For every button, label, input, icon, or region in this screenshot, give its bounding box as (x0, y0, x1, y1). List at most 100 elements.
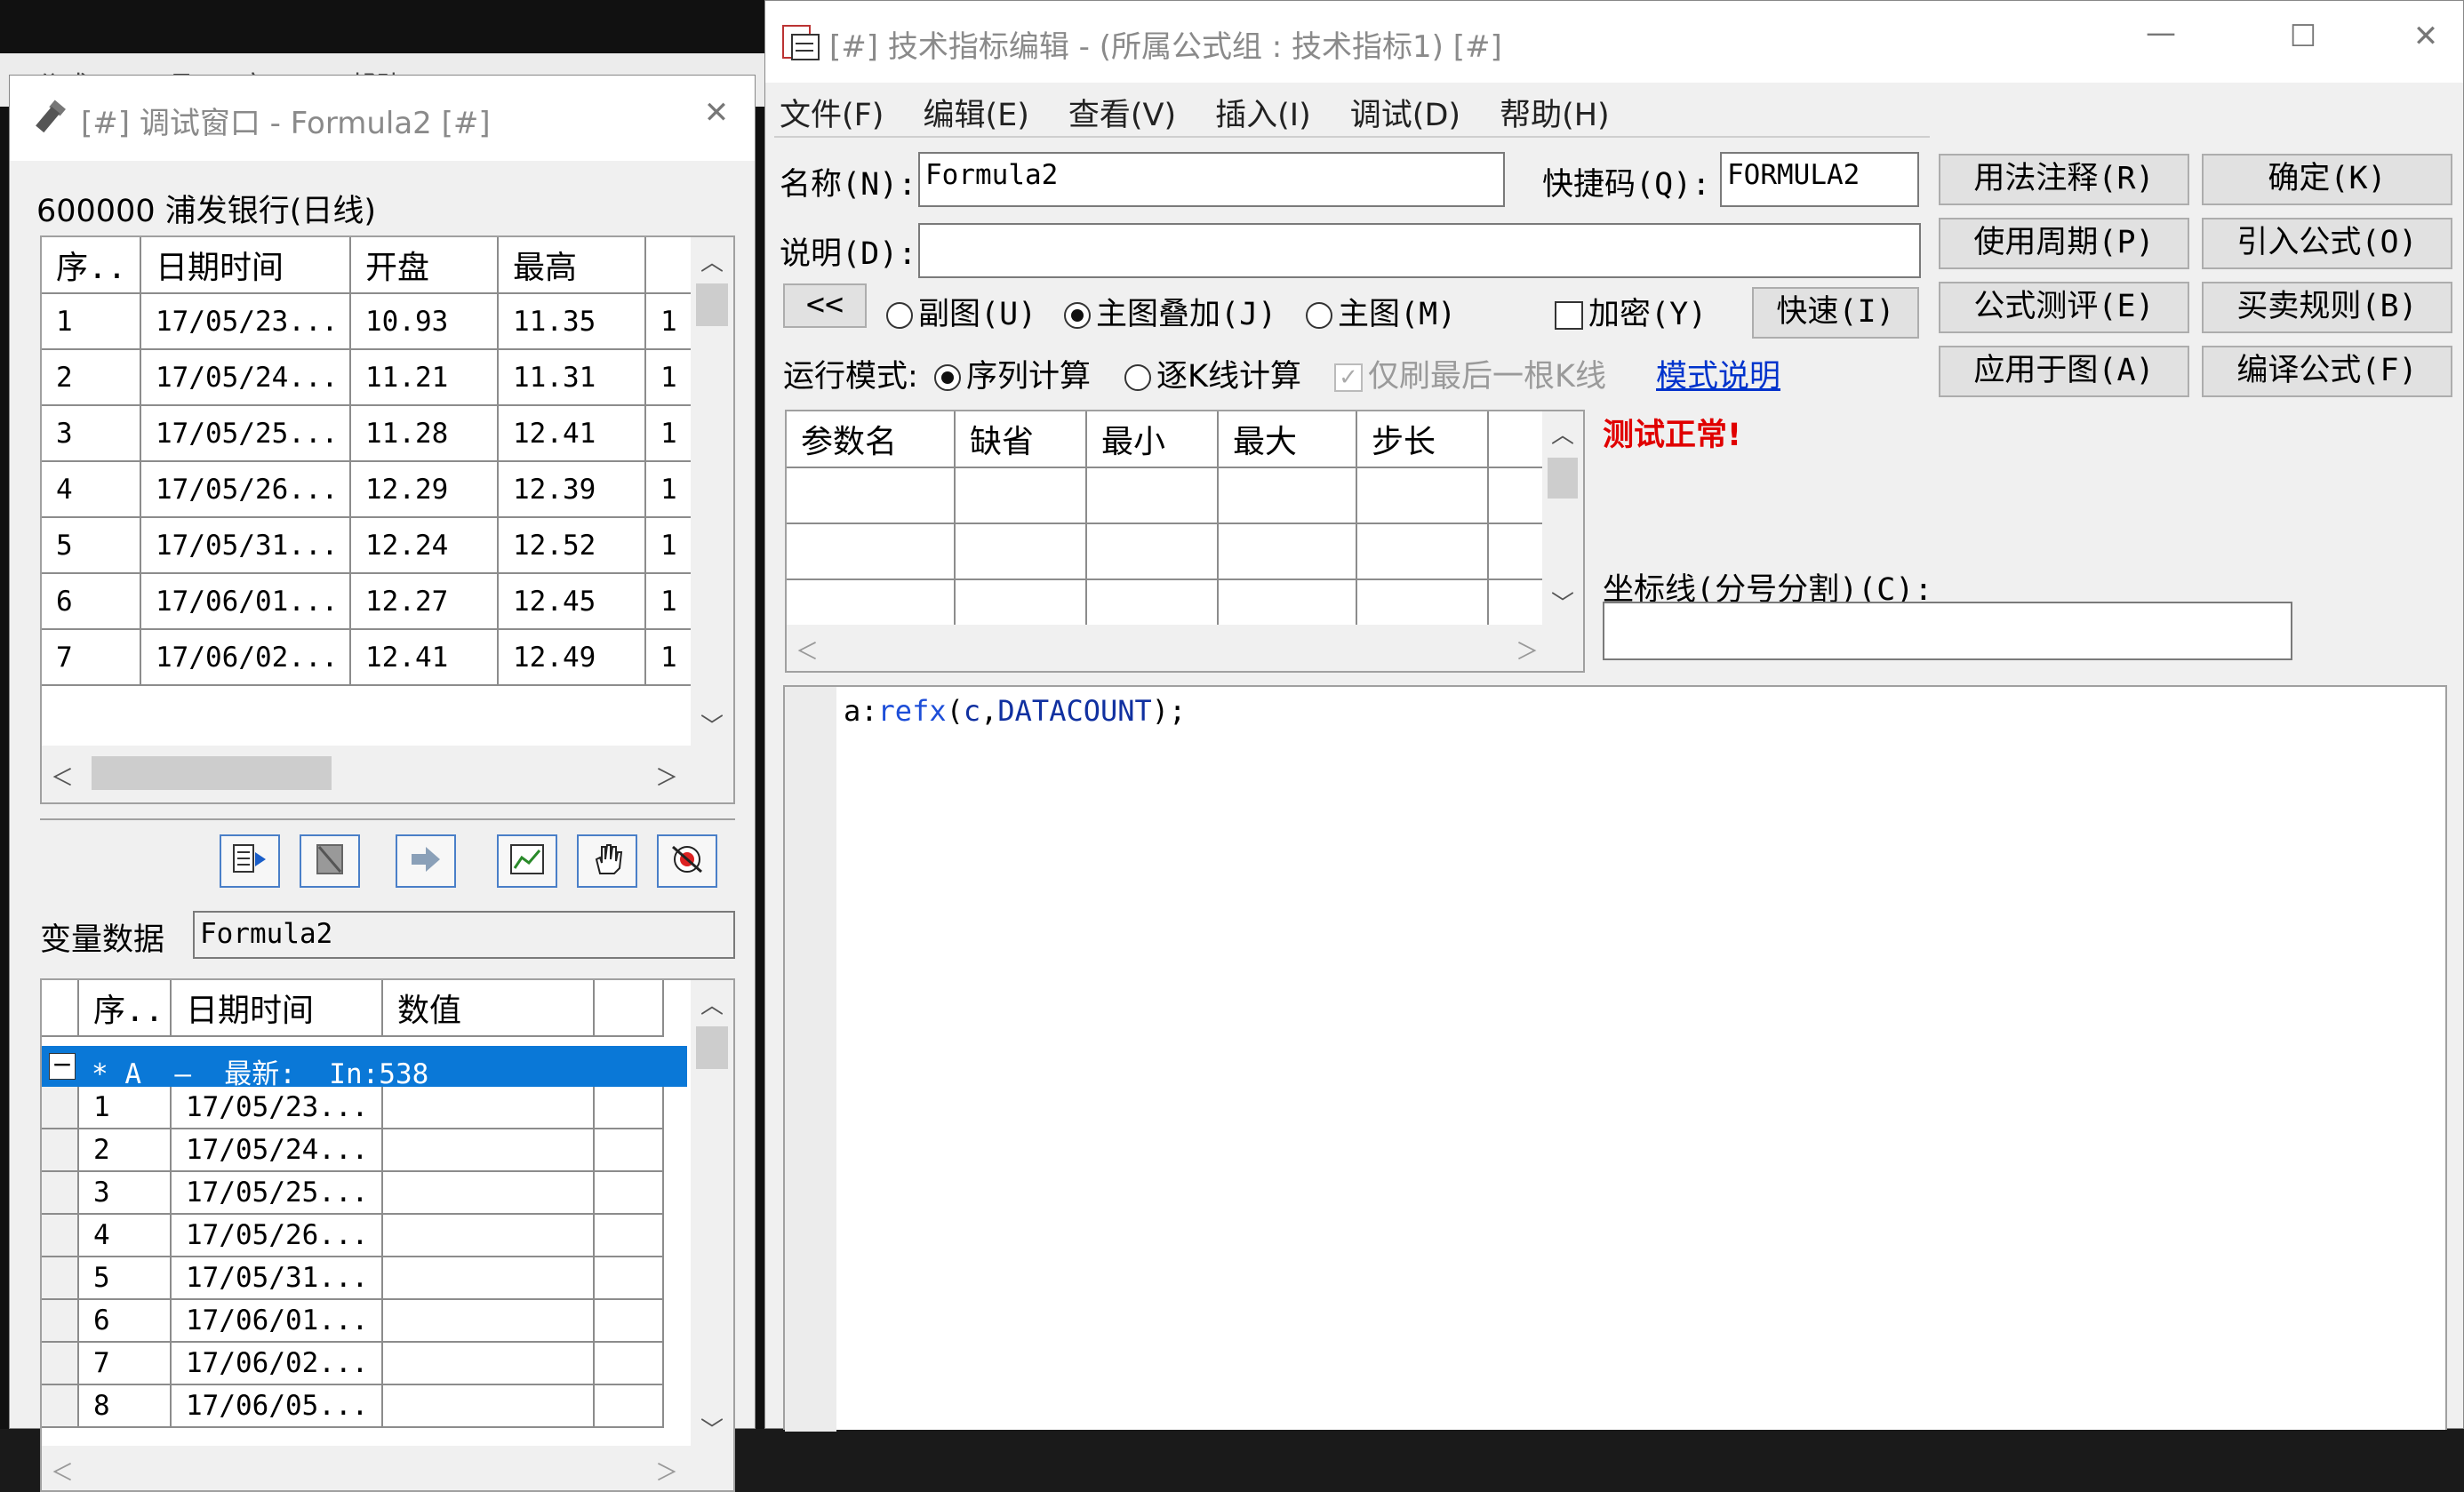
scroll-left-icon[interactable]: ＜ (796, 634, 819, 666)
code-line-1[interactable]: a:refx(c,DATACOUNT); (844, 694, 1186, 728)
import-formula-button[interactable]: 引入公式(O) (2202, 218, 2452, 269)
chart-button[interactable] (497, 834, 557, 888)
list-item[interactable]: 1 17/05/23... (42, 1087, 664, 1129)
list-item[interactable]: 2 17/05/24... (42, 1129, 664, 1172)
param-col-default[interactable]: 缺省 (955, 411, 1087, 468)
radio-kline-calc[interactable]: 逐K线计算 (1124, 351, 1301, 396)
last-bar-checkbox[interactable]: ✓ 仅刷最后一根K线 (1334, 351, 1606, 396)
scroll-up-icon[interactable]: ︿ (1542, 417, 1583, 450)
clear-breakpoints-button[interactable] (657, 834, 717, 888)
menu-debug[interactable]: 调试(D) (1350, 90, 1460, 135)
radio-series-calc[interactable]: 序列计算 (934, 351, 1091, 396)
menu-insert[interactable]: 插入(I) (1215, 90, 1311, 135)
scroll-thumb[interactable] (696, 1026, 728, 1069)
param-col-max[interactable]: 最大 (1218, 411, 1357, 468)
maximize-icon[interactable]: ☐ (2276, 19, 2330, 54)
table-row[interactable]: 2 17/05/24... 11.21 11.31 1 (42, 349, 698, 406)
shortcut-input[interactable]: FORMULA2 (1720, 152, 1919, 207)
mode-help-link[interactable]: 模式说明 (1656, 351, 1780, 396)
scroll-right-icon[interactable]: ＞ (655, 1455, 678, 1488)
param-col-name[interactable]: 参数名 (787, 411, 956, 468)
price-vscroll[interactable]: ︿ ﹀ (691, 237, 733, 746)
compile-formula-button[interactable]: 编译公式(F) (2202, 346, 2452, 397)
col-header-index[interactable]: 序.. (42, 237, 141, 294)
step-into-button[interactable] (220, 834, 280, 888)
scroll-left-icon[interactable]: ＜ (51, 1455, 74, 1488)
list-item[interactable]: 4 17/05/26... (42, 1214, 664, 1257)
col-header-high[interactable]: 最高 (498, 237, 646, 294)
usage-notes-button[interactable]: 用法注释(R) (1939, 154, 2189, 205)
param-row[interactable] (787, 523, 1549, 580)
table-row[interactable]: 6 17/06/01... 12.27 12.45 1 (42, 573, 698, 630)
scroll-thumb[interactable] (696, 283, 728, 326)
ok-button[interactable]: 确定(K) (2202, 154, 2452, 205)
list-item[interactable]: 5 17/05/31... (42, 1257, 664, 1300)
radio-main-overlay-icon[interactable] (1064, 302, 1091, 329)
debug-close-icon[interactable]: ✕ (694, 95, 739, 131)
encrypt-check-icon[interactable] (1555, 301, 1583, 330)
var-col-header-more[interactable] (594, 980, 664, 1037)
last-bar-check-icon[interactable]: ✓ (1334, 363, 1363, 392)
scroll-down-icon[interactable]: ﹀ (1542, 586, 1583, 618)
hscroll-thumb[interactable] (92, 756, 332, 790)
price-hscroll[interactable]: ＜ ＞ (42, 746, 733, 802)
col-header-datetime[interactable]: 日期时间 (140, 237, 351, 294)
menu-file[interactable]: 文件(F) (780, 90, 884, 135)
radio-main-overlay[interactable]: 主图叠加(J) (1064, 289, 1276, 334)
scroll-right-icon[interactable]: ＞ (1516, 634, 1539, 666)
list-item[interactable]: 7 17/06/02... (42, 1342, 664, 1385)
list-item[interactable]: 8 17/06/05... (42, 1384, 664, 1428)
scroll-thumb[interactable] (1548, 458, 1578, 499)
radio-sub-chart[interactable]: 副图(U) (886, 289, 1036, 334)
scroll-up-icon[interactable]: ︿ (691, 244, 733, 277)
formula-evaluate-button[interactable]: 公式测评(E) (1939, 282, 2189, 333)
scroll-up-icon[interactable]: ︿ (691, 987, 733, 1020)
hand-button[interactable] (577, 834, 637, 888)
scroll-left-icon[interactable]: ＜ (51, 760, 74, 793)
var-col-header-tree[interactable] (42, 980, 79, 1037)
trade-rules-button[interactable]: 买卖规则(B) (2202, 282, 2452, 333)
radio-sub-chart-icon[interactable] (886, 302, 913, 329)
list-item[interactable]: 6 17/06/01... (42, 1299, 664, 1343)
description-input[interactable] (918, 223, 1921, 278)
name-input[interactable]: Formula2 (918, 152, 1505, 207)
menu-view[interactable]: 查看(V) (1068, 90, 1176, 135)
param-col-min[interactable]: 最小 (1086, 411, 1219, 468)
param-vscroll[interactable]: ︿ ﹀ (1542, 411, 1583, 625)
coord-lines-input[interactable] (1603, 602, 2292, 660)
var-col-header-datetime[interactable]: 日期时间 (171, 980, 383, 1037)
var-vscroll[interactable]: ︿ ﹀ (691, 980, 733, 1446)
quick-button[interactable]: 快速(I) (1752, 287, 1919, 339)
param-hscroll[interactable]: ＜ ＞ (787, 625, 1583, 671)
radio-main-chart-icon[interactable] (1306, 302, 1332, 329)
menu-edit[interactable]: 编辑(E) (923, 90, 1028, 135)
var-col-header-index[interactable]: 序.. (78, 980, 172, 1037)
radio-main-chart[interactable]: 主图(M) (1306, 289, 1456, 334)
col-header-open[interactable]: 开盘 (350, 237, 499, 294)
radio-series-calc-icon[interactable] (934, 364, 961, 391)
apply-to-chart-button[interactable]: 应用于图(A) (1939, 346, 2189, 397)
encrypt-checkbox[interactable]: 加密(Y) (1555, 289, 1707, 334)
var-col-header-value[interactable]: 数值 (382, 980, 595, 1037)
stop-debug-button[interactable] (300, 834, 360, 888)
list-item[interactable]: 3 17/05/25... (42, 1171, 664, 1215)
close-icon[interactable]: ✕ (2399, 19, 2452, 54)
table-row[interactable]: 3 17/05/25... 11.28 12.41 1 (42, 405, 698, 462)
menu-help[interactable]: 帮助(H) (1500, 90, 1610, 135)
table-row[interactable]: 1 17/05/23... 10.93 11.35 1 (42, 293, 698, 350)
run-to-button[interactable] (396, 834, 456, 888)
table-row[interactable]: 7 17/06/02... 12.41 12.49 1 (42, 629, 698, 686)
var-hscroll[interactable]: ＜ ＞ (42, 1446, 733, 1490)
code-editor[interactable]: a:refx(c,DATACOUNT); (783, 685, 2447, 1432)
scroll-down-icon[interactable]: ﹀ (691, 708, 733, 741)
col-header-more[interactable] (645, 237, 698, 294)
collapse-button[interactable]: << (783, 283, 867, 328)
usage-period-button[interactable]: 使用周期(P) (1939, 218, 2189, 269)
scroll-right-icon[interactable]: ＞ (655, 760, 678, 793)
table-row[interactable]: 5 17/05/31... 12.24 12.52 1 (42, 517, 698, 574)
param-row[interactable] (787, 467, 1549, 524)
collapse-icon[interactable]: − (49, 1052, 76, 1080)
var-group-row[interactable]: − * A – 最新: In:538 (42, 1046, 687, 1090)
minimize-icon[interactable]: — (2134, 15, 2188, 51)
radio-kline-calc-icon[interactable] (1124, 364, 1151, 391)
